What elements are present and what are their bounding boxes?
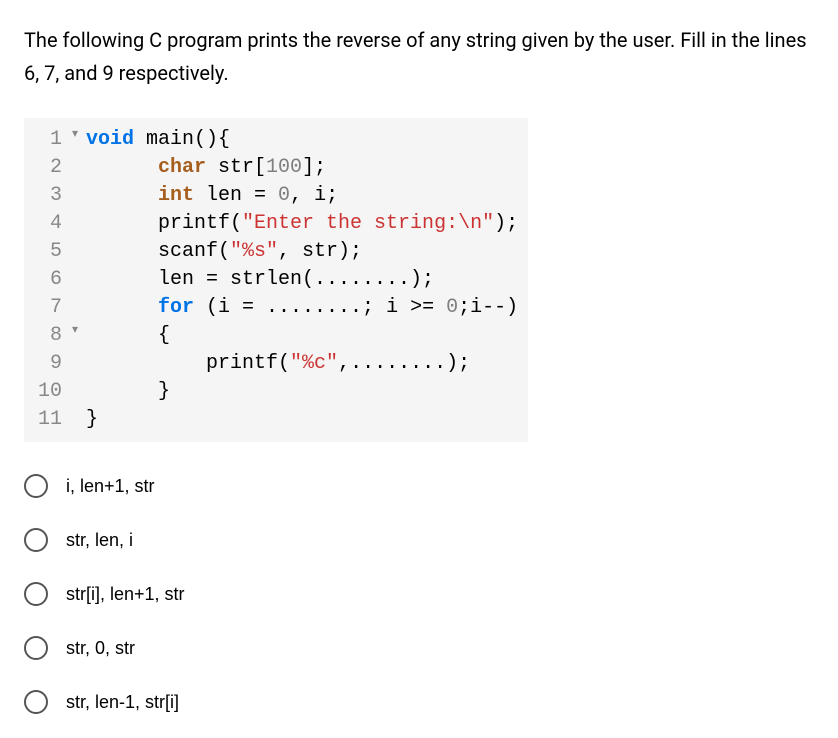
option-2[interactable]: str[i], len+1, str: [24, 582, 814, 606]
question-text: The following C program prints the rever…: [24, 24, 814, 90]
fold-marker: [72, 238, 86, 266]
radio-icon[interactable]: [24, 690, 48, 714]
code-content: {: [86, 322, 170, 350]
fold-marker: [72, 266, 86, 294]
code-content: len = strlen(........);: [86, 266, 434, 294]
option-0[interactable]: i, len+1, str: [24, 474, 814, 498]
code-line: 8▾ {: [30, 322, 518, 350]
code-content: printf("Enter the string:\n");: [86, 210, 518, 238]
code-line: 1▾void main(){: [30, 126, 518, 154]
code-block: 1▾void main(){2 char str[100];3 int len …: [24, 118, 528, 442]
fold-marker: [72, 378, 86, 406]
options-container: i, len+1, str str, len, i str[i], len+1, s…: [24, 474, 814, 714]
fold-marker: ▾: [72, 322, 86, 350]
fold-marker: [72, 210, 86, 238]
code-content: }: [86, 406, 98, 434]
code-line: 2 char str[100];: [30, 154, 518, 182]
line-number: 11: [30, 406, 72, 434]
option-label: i, len+1, str: [66, 476, 155, 497]
fold-marker: [72, 294, 86, 322]
fold-marker: [72, 350, 86, 378]
code-line: 6 len = strlen(........);: [30, 266, 518, 294]
line-number: 1: [30, 126, 72, 154]
code-line: 4 printf("Enter the string:\n");: [30, 210, 518, 238]
code-content: void main(){: [86, 126, 230, 154]
code-line: 3 int len = 0, i;: [30, 182, 518, 210]
code-line: 9 printf("%c",........);: [30, 350, 518, 378]
line-number: 2: [30, 154, 72, 182]
fold-marker: [72, 406, 86, 434]
code-line: 7 for (i = ........; i >= 0;i--): [30, 294, 518, 322]
code-content: scanf("%s", str);: [86, 238, 362, 266]
line-number: 10: [30, 378, 72, 406]
line-number: 5: [30, 238, 72, 266]
fold-marker: [72, 182, 86, 210]
code-line: 10 }: [30, 378, 518, 406]
code-content: for (i = ........; i >= 0;i--): [86, 294, 518, 322]
option-3[interactable]: str, 0, str: [24, 636, 814, 660]
line-number: 6: [30, 266, 72, 294]
option-label: str, 0, str: [66, 638, 135, 659]
code-line: 11}: [30, 406, 518, 434]
code-content: printf("%c",........);: [86, 350, 470, 378]
code-content: }: [86, 378, 170, 406]
radio-icon[interactable]: [24, 582, 48, 606]
fold-marker: ▾: [72, 126, 86, 154]
code-content: char str[100];: [86, 154, 326, 182]
option-4[interactable]: str, len-1, str[i]: [24, 690, 814, 714]
option-label: str[i], len+1, str: [66, 584, 185, 605]
line-number: 3: [30, 182, 72, 210]
code-line: 5 scanf("%s", str);: [30, 238, 518, 266]
line-number: 4: [30, 210, 72, 238]
radio-icon[interactable]: [24, 636, 48, 660]
line-number: 8: [30, 322, 72, 350]
option-label: str, len, i: [66, 530, 133, 551]
line-number: 7: [30, 294, 72, 322]
line-number: 9: [30, 350, 72, 378]
code-content: int len = 0, i;: [86, 182, 338, 210]
option-1[interactable]: str, len, i: [24, 528, 814, 552]
option-label: str, len-1, str[i]: [66, 692, 179, 713]
fold-marker: [72, 154, 86, 182]
radio-icon[interactable]: [24, 528, 48, 552]
radio-icon[interactable]: [24, 474, 48, 498]
